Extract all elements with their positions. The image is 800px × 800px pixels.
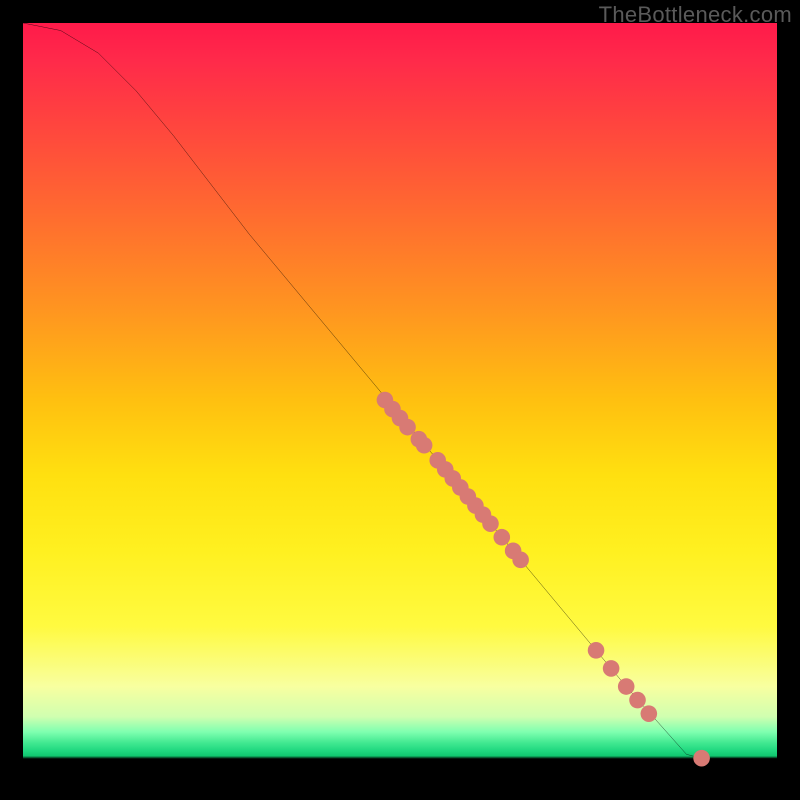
chart-svg	[23, 23, 777, 777]
data-point	[629, 692, 646, 709]
curve-line	[23, 23, 777, 758]
data-points	[377, 392, 710, 767]
data-point	[399, 419, 416, 436]
data-point	[482, 515, 499, 532]
data-point	[416, 437, 433, 454]
data-point	[641, 705, 658, 722]
data-point	[603, 660, 620, 677]
data-point	[618, 678, 635, 695]
data-point	[693, 750, 710, 767]
data-point	[493, 529, 510, 546]
data-point	[512, 552, 529, 569]
data-point	[588, 642, 605, 659]
